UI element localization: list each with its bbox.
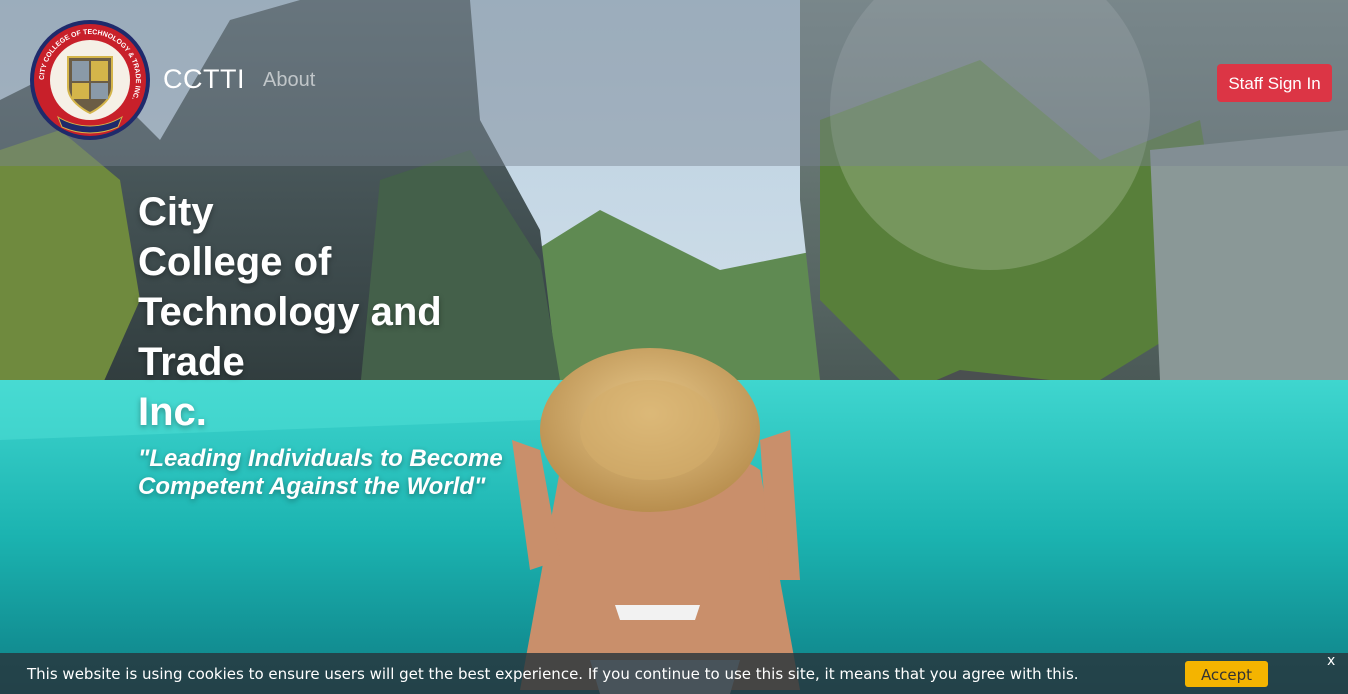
cookie-consent-banner: This website is using cookies to ensure … [0,653,1348,694]
brand-link[interactable]: CCTTI [163,64,245,95]
landing-page: CITY COLLEGE OF TECHNOLOGY & TRADE INC. … [0,0,1348,694]
top-navbar: CITY COLLEGE OF TECHNOLOGY & TRADE INC. … [0,0,1348,166]
hero-title: City College of Technology and Trade Inc… [138,187,458,437]
hero-title-line: Technology and [138,290,442,334]
cookie-close-icon[interactable]: x [1327,653,1335,669]
college-seal-logo[interactable]: CITY COLLEGE OF TECHNOLOGY & TRADE INC. [28,17,152,143]
hero-tagline: "Leading Individuals to Become Competent… [138,445,503,500]
nav-link-about[interactable]: About [263,69,315,92]
hero-title-line: Inc. [138,390,207,434]
staff-sign-in-button[interactable]: Staff Sign In [1217,64,1332,102]
hero-title-line: College of [138,240,332,284]
hero-title-line: City [138,190,214,234]
hero-title-line: Trade [138,340,245,384]
cookie-message: This website is using cookies to ensure … [27,665,1079,683]
cookie-accept-button[interactable]: Accept [1185,661,1268,687]
